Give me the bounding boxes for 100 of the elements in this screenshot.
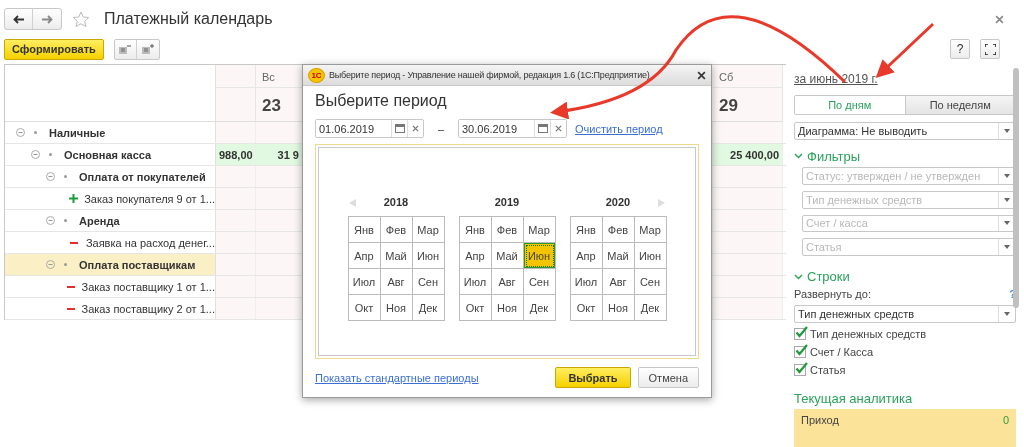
plus-icon bbox=[68, 194, 78, 203]
clear-icon bbox=[555, 125, 562, 132]
month-cell[interactable]: Окт bbox=[459, 295, 492, 321]
row-label: Заказ поставщику 1 от 1... bbox=[81, 280, 215, 293]
star-icon[interactable] bbox=[72, 10, 90, 28]
month-cell[interactable]: Июн bbox=[523, 243, 556, 269]
chevron-icon[interactable] bbox=[794, 153, 803, 160]
month-cell[interactable]: Май bbox=[491, 243, 524, 269]
collapse-icon[interactable] bbox=[46, 216, 55, 225]
analytics-value: 0 bbox=[1002, 414, 1009, 429]
fullscreen-button[interactable] bbox=[980, 39, 1000, 59]
amount-cell: 31 9 bbox=[256, 144, 303, 165]
field-label: Развернуть до: bbox=[794, 288, 871, 301]
end-date-field[interactable]: 30.06.2019 bbox=[458, 119, 567, 138]
analytics-label: Приход bbox=[801, 414, 839, 429]
checkbox[interactable] bbox=[794, 364, 806, 377]
date-separator: – bbox=[436, 122, 446, 135]
checkbox-label: Статья bbox=[810, 364, 846, 377]
month-cell[interactable]: Сен bbox=[412, 269, 445, 295]
month-cell[interactable]: Дек bbox=[634, 295, 667, 321]
period-link[interactable]: за июнь 2019 г. bbox=[794, 72, 878, 86]
month-cell[interactable]: Дек bbox=[412, 295, 445, 321]
bullet-icon bbox=[34, 131, 37, 134]
section-title: Фильтры bbox=[807, 148, 860, 164]
month-cell[interactable]: Мар bbox=[634, 217, 667, 243]
month-cell[interactable]: Янв bbox=[570, 217, 603, 243]
month-cell[interactable]: Мар bbox=[523, 217, 556, 243]
month-cell[interactable]: Окт bbox=[570, 295, 603, 321]
table-collapse-icon bbox=[119, 44, 132, 54]
generate-button[interactable]: Сформировать bbox=[4, 38, 104, 60]
forward-arrow-icon bbox=[41, 14, 53, 24]
collapse-icon[interactable] bbox=[46, 172, 55, 181]
month-cell[interactable]: Сен bbox=[523, 269, 556, 295]
row-label: Оплата от покупателей bbox=[79, 170, 206, 183]
dialog-heading: Выберите период bbox=[315, 92, 448, 110]
month-cell[interactable]: Окт bbox=[348, 295, 381, 321]
row-label: Основная касса bbox=[64, 148, 152, 161]
day-header: 29 bbox=[718, 95, 739, 117]
amount-cell: 25 400,00 bbox=[713, 144, 783, 165]
month-cell[interactable]: Май bbox=[380, 243, 413, 269]
amount-cell: 988,00 bbox=[216, 144, 256, 165]
month-cell[interactable]: Июн bbox=[412, 243, 445, 269]
month-cell[interactable]: Апр bbox=[459, 243, 492, 269]
collapse-icon[interactable] bbox=[46, 260, 55, 269]
table-expand-icon bbox=[141, 44, 154, 54]
month-cell[interactable]: Авг bbox=[602, 269, 635, 295]
month-cell[interactable]: Ноя bbox=[380, 295, 413, 321]
chevron-icon[interactable] bbox=[794, 273, 803, 280]
row-label: Заявка на расход денег... bbox=[85, 236, 215, 249]
month-cell[interactable]: Июл bbox=[459, 269, 492, 295]
month-cell[interactable]: Фев bbox=[491, 217, 524, 243]
weekday-header: Сб bbox=[713, 65, 782, 88]
section-title: Текущая аналитика bbox=[794, 391, 914, 407]
dialog-title: Выберите период - Управление нашей фирмой, редакция 1.6 (1С:Предприятие) bbox=[329, 70, 651, 80]
view-tab[interactable]: По неделям bbox=[904, 96, 1015, 114]
bullet-icon bbox=[64, 263, 67, 266]
window-title: Платежный календарь bbox=[104, 10, 274, 28]
month-cell[interactable]: Авг bbox=[491, 269, 524, 295]
day-header: 23 bbox=[261, 95, 282, 117]
month-cell[interactable]: Апр bbox=[348, 243, 381, 269]
month-cell[interactable]: Июл bbox=[570, 269, 603, 295]
app-logo: 1С bbox=[308, 67, 325, 83]
start-date-field[interactable]: 01.06.2019 bbox=[315, 119, 424, 138]
back-arrow-icon bbox=[13, 14, 24, 24]
checkbox[interactable] bbox=[794, 328, 806, 341]
clear-period-link[interactable]: Очистить период bbox=[575, 122, 663, 135]
chart-select[interactable]: Диаграмма: Не выводить bbox=[794, 122, 1016, 140]
month-cell[interactable]: Янв bbox=[348, 217, 381, 243]
expand-level-select[interactable]: Тип денежных средств bbox=[794, 305, 1016, 324]
select-button[interactable]: Выбрать bbox=[555, 367, 631, 388]
clear-icon bbox=[412, 125, 419, 132]
collapse-icon[interactable] bbox=[31, 150, 40, 159]
month-cell[interactable]: Май bbox=[602, 243, 635, 269]
month-cell[interactable]: Ноя bbox=[602, 295, 635, 321]
month-cell[interactable]: Янв bbox=[459, 217, 492, 243]
month-cell[interactable]: Апр bbox=[570, 243, 603, 269]
month-cell[interactable]: Июл bbox=[348, 269, 381, 295]
year-label: 2019 bbox=[494, 196, 520, 210]
month-cell[interactable]: Фев bbox=[380, 217, 413, 243]
minus-icon bbox=[67, 307, 76, 310]
month-cell[interactable]: Фев bbox=[602, 217, 635, 243]
month-cell[interactable]: Июн bbox=[634, 243, 667, 269]
bullet-icon bbox=[49, 153, 52, 156]
month-cell[interactable]: Авг bbox=[380, 269, 413, 295]
row-label: Наличные bbox=[49, 126, 106, 139]
help-button[interactable]: ? bbox=[950, 39, 970, 59]
month-cell[interactable]: Мар bbox=[412, 217, 445, 243]
collapse-icon[interactable] bbox=[16, 128, 25, 137]
year-label: 2018 bbox=[383, 196, 409, 210]
dropdown-icon bbox=[1004, 128, 1010, 133]
month-cell[interactable]: Ноя bbox=[491, 295, 524, 321]
dropdown-icon bbox=[1004, 173, 1010, 178]
month-cell[interactable]: Дек bbox=[523, 295, 556, 321]
row-label: Заказ поставщику 2 от 1... bbox=[81, 302, 215, 315]
cancel-button[interactable]: Отмена bbox=[637, 367, 699, 388]
dropdown-icon bbox=[1004, 221, 1010, 226]
checkbox[interactable] bbox=[794, 346, 806, 359]
month-cell[interactable]: Сен bbox=[634, 269, 667, 295]
standard-periods-link[interactable]: Показать стандартные периоды bbox=[315, 371, 479, 384]
minus-icon bbox=[70, 241, 79, 244]
